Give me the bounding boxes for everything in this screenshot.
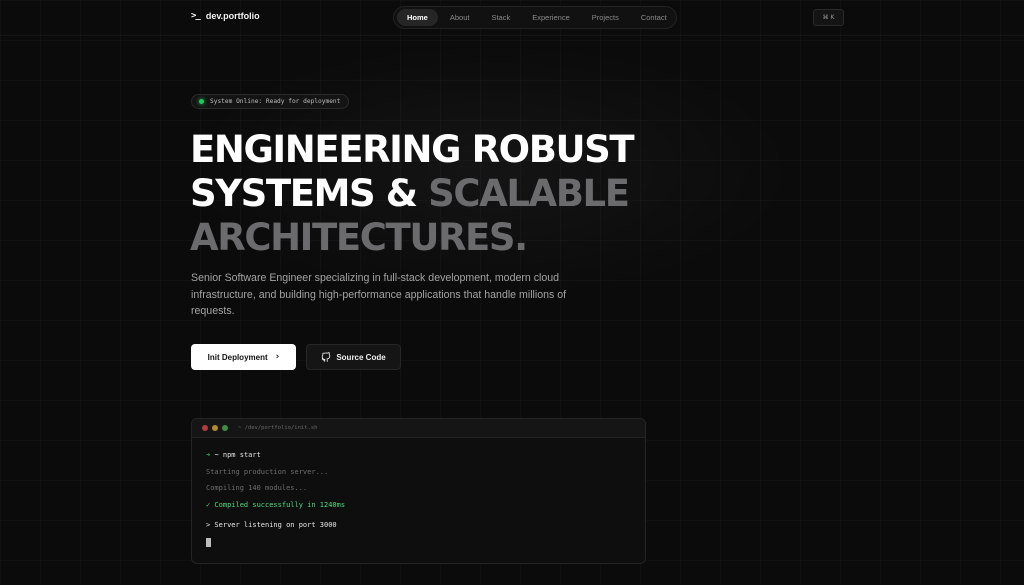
command-palette-button[interactable]: ⌘ K (813, 9, 844, 26)
terminal-line-starting: Starting production server... (206, 467, 329, 476)
hero-subtitle: Senior Software Engineer specializing in… (191, 272, 567, 317)
top-navbar: >_ dev.portfolio Home About Stack Experi… (0, 0, 1024, 36)
nav-link-stack[interactable]: Stack (481, 9, 520, 26)
terminal-output: ➜ ~ npm start Starting production server… (192, 438, 645, 563)
terminal-window: ~ /dev/portfolio/init.sh ➜ ~ npm start S… (191, 418, 646, 564)
status-badge: System Online: Ready for deployment (191, 94, 350, 109)
prompt-arrow-icon: ➜ (206, 451, 211, 459)
minimize-dot-icon (212, 425, 218, 431)
headline-line-3-muted: ARCHITECTURES. (190, 216, 528, 259)
nav-link-projects[interactable]: Projects (582, 9, 629, 26)
chevron-right-icon: › (275, 352, 280, 362)
headline-line-2-muted: SCALABLE (428, 172, 630, 215)
logo-text: dev.portfolio (205, 11, 260, 21)
terminal-icon: >_ (191, 11, 201, 21)
terminal-titlebar: ~ /dev/portfolio/init.sh (192, 419, 645, 438)
terminal-path: ~ /dev/portfolio/init.sh (238, 425, 318, 431)
nav-link-experience[interactable]: Experience (522, 9, 580, 26)
logo[interactable]: >_ dev.portfolio (191, 11, 260, 21)
maximize-dot-icon (222, 425, 228, 431)
source-code-label: Source Code (336, 352, 386, 362)
nav-menu: Home About Stack Experience Projects Con… (393, 6, 677, 29)
terminal-cursor-line (206, 537, 631, 555)
init-deployment-button[interactable]: Init Deployment › (191, 344, 296, 370)
terminal-line-compiling: Compiling 140 modules... (206, 484, 308, 492)
status-dot-icon (199, 99, 204, 104)
nav-link-about[interactable]: About (440, 9, 480, 26)
init-deployment-label: Init Deployment (207, 352, 268, 362)
terminal-line-success: ✓ Compiled successfully in 1240ms (206, 500, 346, 509)
status-text: System Online: Ready for deployment (210, 98, 341, 105)
terminal-line-listening: > Server listening on port 3000 (206, 521, 337, 529)
headline-line-2-white: SYSTEMS & (190, 172, 418, 215)
cursor-block (206, 537, 211, 547)
hero-headline: ENGINEERING ROBUST SYSTEMS & SCALABLE AR… (190, 128, 710, 260)
close-dot-icon (202, 425, 208, 431)
terminal-command: ~ npm start (214, 451, 261, 459)
nav-link-home[interactable]: Home (397, 9, 438, 26)
nav-link-contact[interactable]: Contact (631, 9, 677, 26)
github-icon (322, 352, 331, 362)
headline-line-1: ENGINEERING ROBUST (190, 128, 635, 171)
terminal-command-line: ➜ ~ npm start (206, 451, 631, 468)
source-code-button[interactable]: Source Code (306, 344, 401, 370)
